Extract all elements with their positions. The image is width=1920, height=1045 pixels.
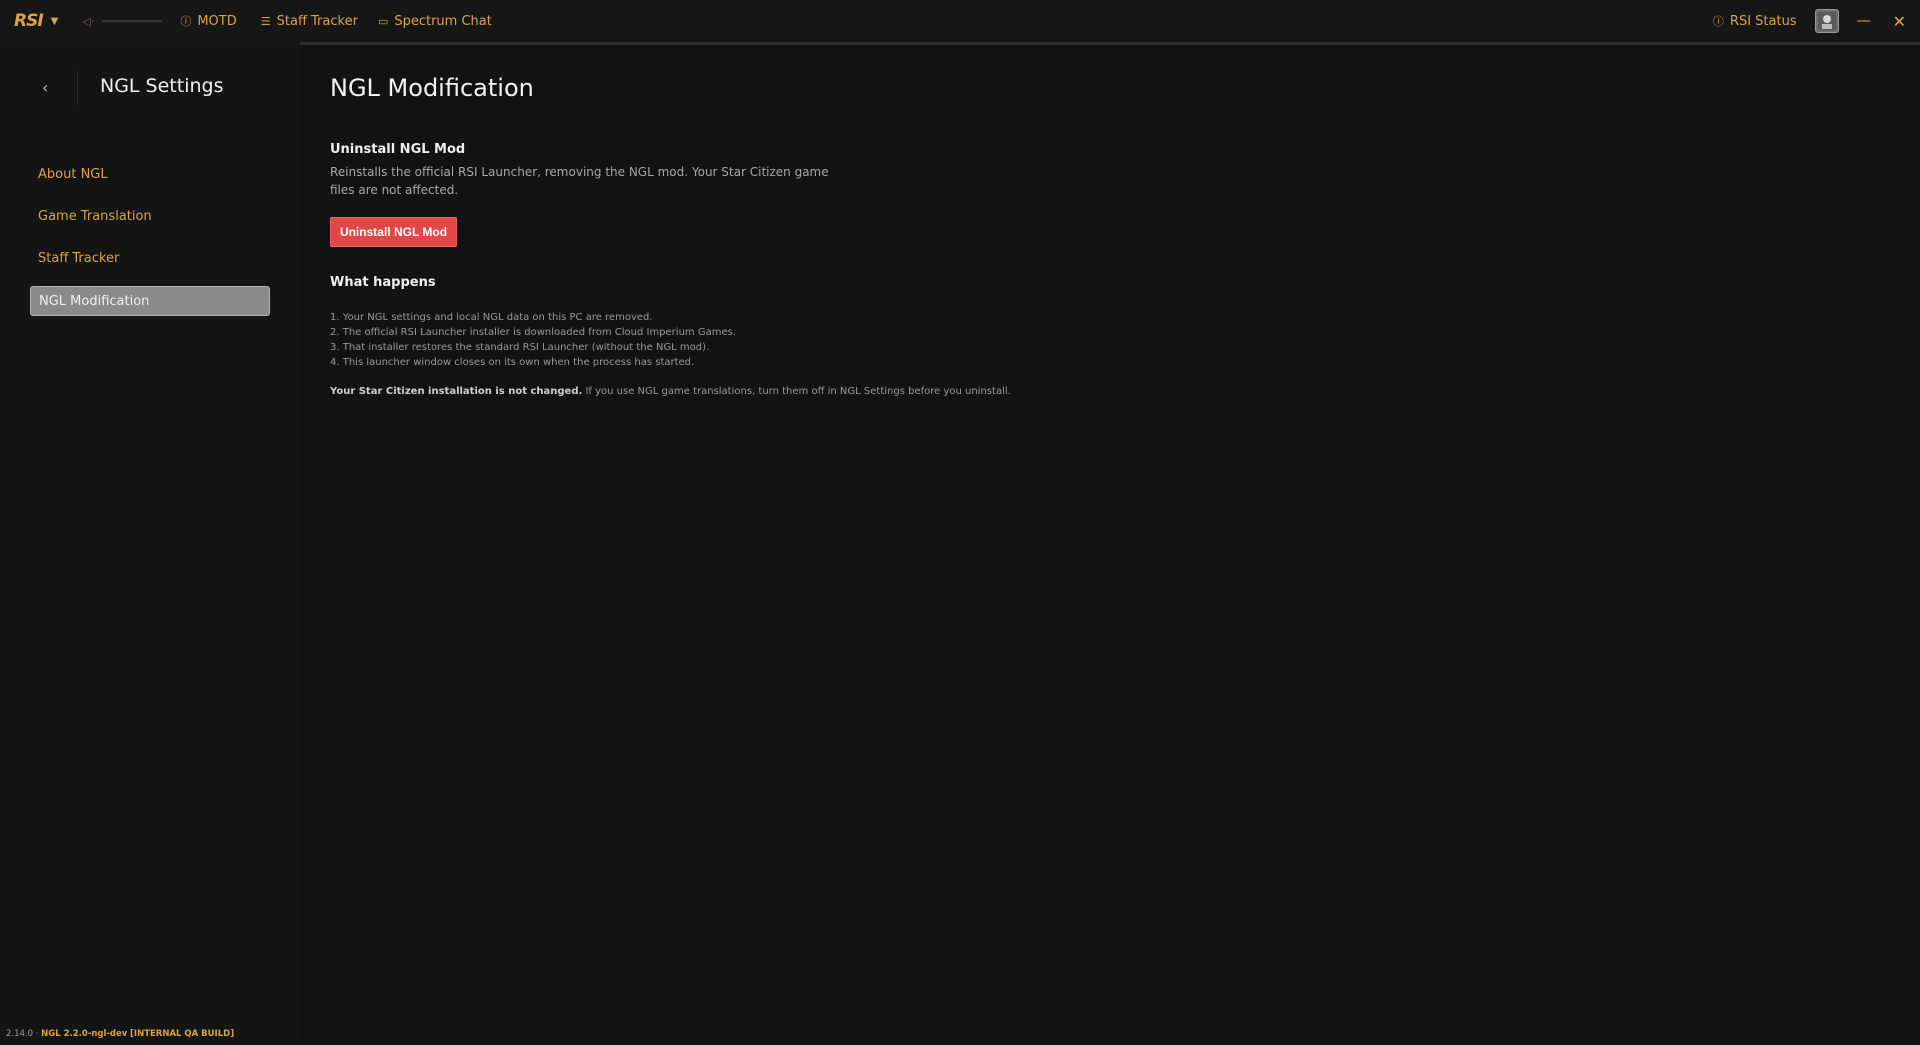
- note-text: Your Star Citizen installation is not ch…: [330, 386, 1011, 397]
- sidebar-header: ‹ NGL Settings: [0, 70, 300, 106]
- main-content: NGL Modification Uninstall NGL Mod Reins…: [300, 42, 1920, 1045]
- uninstall-heading: Uninstall NGL Mod: [330, 142, 466, 157]
- version-footer: 2.14.0 · NGL 2.2.0-ngl-dev [INTERNAL QA …: [6, 1029, 234, 1039]
- sidebar-item-game-translation[interactable]: Game Translation: [30, 202, 270, 232]
- launcher-version: 2.14.0 ·: [6, 1029, 39, 1039]
- sidebar: ‹ NGL Settings About NGL Game Translatio…: [0, 42, 300, 1045]
- rsi-status-label: RSI Status: [1729, 13, 1797, 29]
- info-circle-icon: ⓘ: [180, 15, 192, 28]
- list-item: 2. The official RSI Launcher installer i…: [330, 327, 736, 338]
- uninstall-ngl-mod-button[interactable]: Uninstall NGL Mod: [330, 217, 457, 247]
- rsi-logo[interactable]: RSI: [14, 11, 44, 31]
- list-icon: ☰: [260, 14, 271, 28]
- speaker-icon[interactable]: ◁·: [82, 15, 94, 28]
- what-happens-heading: What happens: [330, 275, 436, 290]
- top-bar: RSI ▼ ◁· ⓘ MOTD ☰ Staff Tracker ▭ Spectr…: [0, 0, 1920, 42]
- avatar-image: [1817, 12, 1836, 30]
- volume-control[interactable]: ◁·: [82, 15, 163, 28]
- sidebar-item-ngl-modification[interactable]: NGL Modification: [30, 286, 270, 316]
- volume-slider[interactable]: [102, 20, 163, 22]
- chat-icon: ▭: [377, 14, 389, 28]
- nav-staff-tracker[interactable]: ☰ Staff Tracker: [261, 14, 358, 29]
- minimize-icon[interactable]: —: [1857, 13, 1871, 29]
- avatar[interactable]: [1814, 9, 1839, 33]
- close-icon[interactable]: ✕: [1893, 12, 1906, 31]
- nav-spectrum-chat-label: Spectrum Chat: [394, 13, 492, 29]
- nav-staff-tracker-label: Staff Tracker: [276, 13, 358, 29]
- note-bold: Your Star Citizen installation is not ch…: [330, 386, 583, 397]
- chevron-down-icon[interactable]: ▼: [51, 16, 59, 27]
- steps-list: 1. Your NGL settings and local NGL data …: [330, 310, 736, 370]
- nav-motd[interactable]: ⓘ MOTD: [180, 13, 236, 29]
- list-item: 4. This launcher window closes on its ow…: [330, 357, 695, 368]
- back-arrow-icon[interactable]: ‹: [42, 78, 48, 97]
- nav-motd-label: MOTD: [197, 13, 237, 29]
- sidebar-item-about-ngl[interactable]: About NGL: [30, 160, 270, 190]
- sidebar-nav: About NGL Game Translation Staff Tracker…: [30, 160, 270, 328]
- qa-build-badge: [INTERNAL QA BUILD]: [130, 1029, 235, 1039]
- sidebar-title: NGL Settings: [100, 75, 224, 97]
- info-circle-icon: ⓘ: [1712, 15, 1724, 28]
- nav-spectrum-chat[interactable]: ▭ Spectrum Chat: [378, 14, 492, 29]
- sidebar-item-staff-tracker[interactable]: Staff Tracker: [30, 244, 270, 274]
- note-rest: If you use NGL game translations, turn t…: [582, 386, 1011, 397]
- divider: [77, 70, 78, 106]
- uninstall-description: Reinstalls the official RSI Launcher, re…: [330, 165, 829, 197]
- list-item: 1. Your NGL settings and local NGL data …: [330, 312, 653, 323]
- list-item: 3. That installer restores the standard …: [330, 342, 710, 353]
- rsi-status-link[interactable]: ⓘ RSI Status: [1713, 13, 1797, 29]
- ngl-version: NGL 2.2.0-ngl-dev: [41, 1029, 128, 1039]
- page-title: NGL Modification: [330, 74, 534, 102]
